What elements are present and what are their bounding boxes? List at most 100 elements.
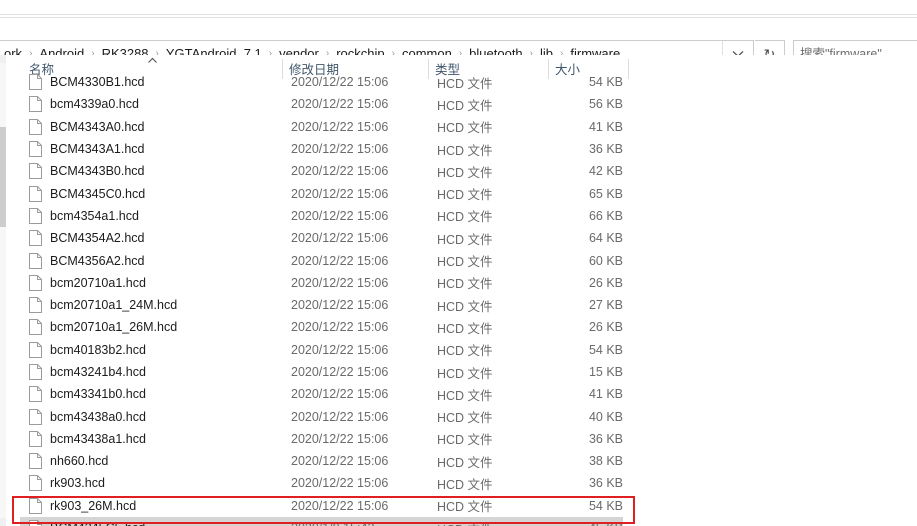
file-icon xyxy=(29,430,42,447)
table-row[interactable]: bcm43438a0.hcd 2020/12/22 15:06 HCD 文件 40 K… xyxy=(9,405,917,427)
file-date-label: 2020/12/22 15:06 xyxy=(291,409,389,424)
scrollbar-down-arrow[interactable] xyxy=(0,518,6,526)
file-icon xyxy=(29,386,42,403)
file-name-label: bcm20710a1_26M.hcd xyxy=(50,320,178,335)
file-type-label: HCD 文件 xyxy=(437,121,493,136)
table-row[interactable]: nh660.hcd 2020/12/22 15:06 HCD 文件 38 KB xyxy=(9,450,917,472)
file-icon xyxy=(29,364,42,380)
cell-type: HCD 文件 xyxy=(428,316,548,338)
table-row[interactable]: BCM4330B1.hcd 2020/12/22 15:06 HCD 文件 54 KB xyxy=(9,71,917,93)
cell-date: 2020/12/22 15:06 xyxy=(282,361,428,383)
cell-name[interactable]: BCM4345C0.hcd xyxy=(9,182,282,204)
table-row[interactable]: bcm43438a1.hcd 2020/12/22 15:06 HCD 文件 36 K… xyxy=(9,428,917,450)
file-date-label: 2020/12/22 15:06 xyxy=(291,231,389,246)
cell-name[interactable]: bcm43241b4.hcd xyxy=(9,361,282,383)
file-date-label: 2020/12/22 15:06 xyxy=(291,498,389,513)
sort-ascending-icon xyxy=(148,57,157,63)
file-size-label: 36 KB xyxy=(588,431,623,446)
cell-name[interactable]: bcm20710a1_26M.hcd xyxy=(9,316,282,338)
file-rows: BCM4330B1.hcd 2020/12/22 15:06 HCD 文件 54 KB… xyxy=(9,74,917,526)
cell-date: 2020/12/22 15:06 xyxy=(282,383,428,405)
table-row[interactable]: BCM4343A1.hcd 2020/12/22 15:06 HCD 文件 36 KB xyxy=(9,138,917,160)
cell-name[interactable]: bcm20710a1_24M.hcd xyxy=(9,294,282,316)
file-name-label: BCM4354A2.hcd xyxy=(50,231,145,246)
file-date-label: 2020/1/9 15:42 xyxy=(291,521,374,526)
cell-type: HCD 文件 xyxy=(428,71,548,93)
table-row[interactable]: BCM4354A2.hcd 2020/12/22 15:06 HCD 文件 64 KB xyxy=(9,227,917,249)
cell-date: 2020/12/22 15:06 xyxy=(282,405,428,427)
cell-name[interactable]: bcm43438a1.hcd xyxy=(9,428,282,450)
file-type-label: HCD 文件 xyxy=(437,321,493,336)
scrollbar-up-arrow[interactable] xyxy=(0,55,6,63)
file-name-label: bcm4354a1.hcd xyxy=(50,208,139,223)
file-type-label: HCD 文件 xyxy=(437,411,493,426)
table-row[interactable]: BCM4345C0.hcd 2020/12/22 15:06 HCD 文件 65 KB xyxy=(9,182,917,204)
cell-name[interactable]: bcm4339a0.hcd xyxy=(9,93,282,115)
cell-name[interactable]: BCM4330B1.hcd xyxy=(9,71,282,93)
table-row[interactable]: bcm20710a1_24M.hcd 2020/12/22 15:06 HCD 文件… xyxy=(9,294,917,316)
cell-date: 2020/12/22 15:06 xyxy=(282,160,428,182)
table-row[interactable]: rk903.hcd 2020/12/22 15:06 HCD 文件 36 KB xyxy=(9,472,917,494)
address-bar: ork › Android › RK3288 › YGTAndroid_7.1 › vendor… xyxy=(0,18,917,68)
cell-name[interactable]: bcm20710a1.hcd xyxy=(9,272,282,294)
cell-name[interactable]: bcm43438a0.hcd xyxy=(9,405,282,427)
file-date-label: 2020/12/22 15:06 xyxy=(291,387,389,402)
table-row[interactable]: bcm4339a0.hcd 2020/12/22 15:06 HCD 文件 56 KB xyxy=(9,93,917,115)
file-date-label: 2020/12/22 15:06 xyxy=(291,298,389,313)
file-type-label: HCD 文件 xyxy=(437,433,493,448)
cell-date: 2020/12/22 15:06 xyxy=(282,138,428,160)
file-size-label: 45 KB xyxy=(589,521,623,526)
scrollbar-track[interactable] xyxy=(0,55,6,526)
table-row[interactable]: bcm4354a1.hcd 2020/12/22 15:06 HCD 文件 66 KB xyxy=(9,205,917,227)
file-date-label: 2020/12/22 15:06 xyxy=(291,342,389,357)
scrollbar-thumb[interactable] xyxy=(0,127,6,227)
cell-size: 54 KB xyxy=(548,339,623,361)
table-row[interactable]: BCM4343B0.hcd 2020/12/22 15:06 HCD 文件 42 KB xyxy=(9,160,917,182)
cell-size: 54 KB xyxy=(548,495,623,517)
cell-name[interactable]: BCM4343B0.hcd xyxy=(9,160,282,182)
cell-name[interactable]: BCM4354A2.hcd xyxy=(9,227,282,249)
table-row[interactable]: bcm43241b4.hcd 2020/12/22 15:06 HCD 文件 15 K… xyxy=(9,361,917,383)
file-date-label: 2020/12/22 15:06 xyxy=(291,164,389,179)
cell-name[interactable]: bcm4354a1.hcd xyxy=(9,205,282,227)
table-row[interactable]: BCM4345C5.hcd 2020/1/9 15:42 HCD 文件 45 KB xyxy=(9,516,917,526)
cell-name[interactable]: BCM4345C5.hcd xyxy=(9,517,282,526)
file-name-label: BCM4343A1.hcd xyxy=(50,142,145,157)
file-size-label: 66 KB xyxy=(588,208,623,223)
file-name-label: BCM4330B1.hcd xyxy=(50,75,145,90)
cell-name[interactable]: bcm43341b0.hcd xyxy=(9,383,282,405)
table-row[interactable]: bcm20710a1_26M.hcd 2020/12/22 15:06 HCD 文件… xyxy=(9,316,917,338)
cell-type: HCD 文件 xyxy=(428,182,548,204)
file-size-label: 26 KB xyxy=(588,320,623,335)
cell-date: 2020/12/22 15:06 xyxy=(282,495,428,517)
file-size-label: 36 KB xyxy=(588,476,623,491)
cell-name[interactable]: bcm40183b2.hcd xyxy=(9,339,282,361)
file-icon xyxy=(29,297,42,314)
table-row[interactable]: BCM4356A2.hcd 2020/12/22 15:06 HCD 文件 60 KB xyxy=(9,249,917,271)
file-name-label: BCM4356A2.hcd xyxy=(50,253,145,268)
table-row[interactable]: BCM4343A0.hcd 2020/12/22 15:06 HCD 文件 41 KB xyxy=(9,116,917,138)
file-date-label: 2020/12/22 15:06 xyxy=(291,186,389,201)
cell-name[interactable]: rk903_26M.hcd xyxy=(9,495,282,517)
file-icon xyxy=(29,274,42,291)
file-name-label: BCM4343B0.hcd xyxy=(50,164,145,179)
cell-name[interactable]: BCM4356A2.hcd xyxy=(9,249,282,271)
table-row[interactable]: bcm20710a1.hcd 2020/12/22 15:06 HCD 文件 26 K… xyxy=(9,272,917,294)
table-row[interactable]: rk903_26M.hcd 2020/12/22 15:06 HCD 文件 54 KB xyxy=(9,495,917,517)
table-row[interactable]: bcm43341b0.hcd 2020/12/22 15:06 HCD 文件 41 K… xyxy=(9,383,917,405)
file-type-label: HCD 文件 xyxy=(437,98,493,113)
file-icon xyxy=(29,118,42,135)
file-icon xyxy=(29,163,42,180)
cell-name[interactable]: rk903.hcd xyxy=(9,472,282,494)
table-row[interactable]: bcm40183b2.hcd 2020/12/22 15:06 HCD 文件 54 K… xyxy=(9,339,917,361)
file-name-label: BCM4345C0.hcd xyxy=(50,186,146,201)
file-type-label: HCD 文件 xyxy=(437,299,493,314)
cell-type: HCD 文件 xyxy=(428,405,548,427)
cell-type: HCD 文件 xyxy=(428,294,548,316)
file-date-label: 2020/12/22 15:06 xyxy=(291,365,389,379)
file-size-label: 56 KB xyxy=(588,97,623,112)
cell-name[interactable]: BCM4343A1.hcd xyxy=(9,138,282,160)
cell-name[interactable]: BCM4343A0.hcd xyxy=(9,116,282,138)
cell-name[interactable]: nh660.hcd xyxy=(9,450,282,472)
cell-type: HCD 文件 xyxy=(428,339,548,361)
